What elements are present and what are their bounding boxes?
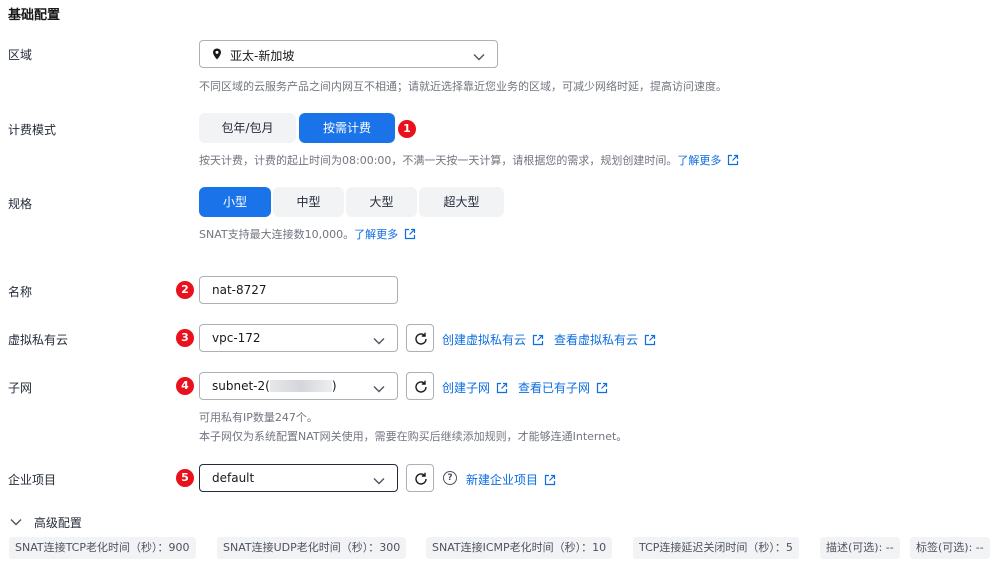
external-link-icon (544, 474, 556, 489)
subnet-ip-hint: 可用私有IP数量247个。 (199, 411, 318, 424)
chevron-down-icon (473, 50, 485, 64)
external-link-icon (727, 154, 739, 169)
create-enterprise-project-link[interactable]: 新建企业项目 (466, 471, 556, 489)
advanced-chip-tcp-delay-close: TCP连接延迟关闭时间（秒）：5 (633, 537, 799, 559)
advanced-chip-udp-aging: SNAT连接UDP老化时间（秒）：300 (217, 537, 407, 559)
redacted-cidr (269, 380, 332, 392)
step-badge-1: 1 (398, 120, 416, 138)
external-link-icon (532, 334, 544, 349)
advanced-chip-tags: 标签(可选): -- (910, 537, 990, 559)
name-input-value: nat-8727 (212, 283, 267, 297)
refresh-icon (415, 332, 427, 345)
external-link-icon (404, 228, 416, 243)
create-enterprise-project-label: 新建企业项目 (466, 473, 539, 487)
advanced-chip-tcp-aging: SNAT连接TCP老化时间（秒）：900 (9, 537, 196, 559)
chevron-down-icon (373, 334, 385, 348)
vpc-refresh-button[interactable] (406, 324, 434, 352)
vpc-value: vpc-172 (212, 331, 261, 345)
spec-option-xlarge[interactable]: 超大型 (419, 187, 504, 217)
view-subnet-label: 查看已有子网 (518, 381, 591, 395)
subnet-usage-hint: 本子网仅为系统配置NAT网关使用，需要在购买后继续添加规则，才能够连通Inter… (199, 430, 628, 443)
spec-hint: SNAT支持最大连接数10,000。了解更多 (199, 226, 416, 243)
region-value: 亚太-新加坡 (230, 49, 295, 63)
step-badge-4: 4 (176, 377, 194, 395)
subnet-select[interactable]: subnet-2() (199, 372, 398, 400)
advanced-chip-description: 描述(可选): -- (820, 537, 900, 559)
billing-hint-text: 按天计费，计费的起止时间为08:00:00，不满一天按一天计算，请根据您的需求，… (199, 154, 678, 167)
enterprise-refresh-button[interactable] (406, 464, 434, 492)
chevron-down-icon (373, 382, 385, 396)
billing-option-pay-per-use[interactable]: 按需计费 (299, 113, 395, 143)
chevron-down-icon (10, 519, 22, 526)
step-badge-5: 5 (176, 469, 194, 487)
spec-learn-more-label: 了解更多 (354, 228, 399, 241)
external-link-icon (496, 382, 508, 397)
create-subnet-label: 创建子网 (442, 381, 491, 395)
subnet-label: 子网 (8, 381, 33, 395)
external-link-icon (644, 334, 656, 349)
step-badge-3: 3 (176, 329, 194, 347)
billing-option-yearly-monthly[interactable]: 包年/包月 (199, 113, 296, 143)
subnet-value-prefix: subnet-2( (212, 379, 270, 393)
billing-hint: 按天计费，计费的起止时间为08:00:00，不满一天按一天计算，请根据您的需求，… (199, 152, 739, 169)
refresh-icon (415, 472, 427, 485)
vpc-label: 虚拟私有云 (8, 333, 69, 347)
spec-option-large[interactable]: 大型 (346, 187, 417, 217)
region-hint: 不同区域的云服务产品之间内网互不相通；请就近选择靠近您业务的区域，可减少网络时延… (199, 80, 727, 93)
external-link-icon (596, 382, 608, 397)
create-subnet-link[interactable]: 创建子网 (442, 379, 508, 397)
subnet-refresh-button[interactable] (406, 372, 434, 400)
view-subnet-link[interactable]: 查看已有子网 (518, 379, 608, 397)
enterprise-value: default (212, 471, 255, 485)
vpc-select[interactable]: vpc-172 (199, 324, 398, 352)
spec-label: 规格 (8, 197, 33, 211)
step-badge-2: 2 (176, 281, 194, 299)
spec-learn-more-link[interactable]: 了解更多 (354, 228, 416, 241)
billing-learn-more-label: 了解更多 (677, 154, 722, 167)
advanced-config-toggle[interactable]: 高级配置 (10, 514, 82, 531)
create-vpc-label: 创建虚拟私有云 (442, 333, 527, 347)
subnet-value-suffix: ) (331, 379, 337, 393)
advanced-config-title: 高级配置 (33, 516, 82, 530)
section-title: 基础配置 (8, 8, 61, 23)
enterprise-select[interactable]: default (199, 464, 398, 492)
enterprise-label: 企业项目 (8, 473, 57, 487)
billing-learn-more-link[interactable]: 了解更多 (677, 154, 739, 167)
spec-option-medium[interactable]: 中型 (273, 187, 344, 217)
view-vpc-link[interactable]: 查看虚拟私有云 (554, 331, 656, 349)
view-vpc-label: 查看虚拟私有云 (554, 333, 639, 347)
region-select[interactable]: 亚太-新加坡 (199, 40, 498, 68)
advanced-chip-icmp-aging: SNAT连接ICMP老化时间（秒）：10 (426, 537, 613, 559)
chevron-down-icon (373, 474, 385, 488)
region-label: 区域 (8, 48, 33, 62)
spec-hint-text: SNAT支持最大连接数10,000。 (199, 228, 355, 241)
billing-label: 计费模式 (8, 123, 57, 137)
subnet-value: subnet-2() (212, 379, 337, 393)
name-input[interactable]: nat-8727 (199, 276, 398, 304)
refresh-icon (415, 380, 427, 393)
location-pin-icon (212, 48, 222, 63)
name-label: 名称 (8, 285, 33, 299)
help-icon[interactable]: ? (443, 471, 457, 485)
create-vpc-link[interactable]: 创建虚拟私有云 (442, 331, 544, 349)
spec-option-small[interactable]: 小型 (199, 187, 271, 217)
